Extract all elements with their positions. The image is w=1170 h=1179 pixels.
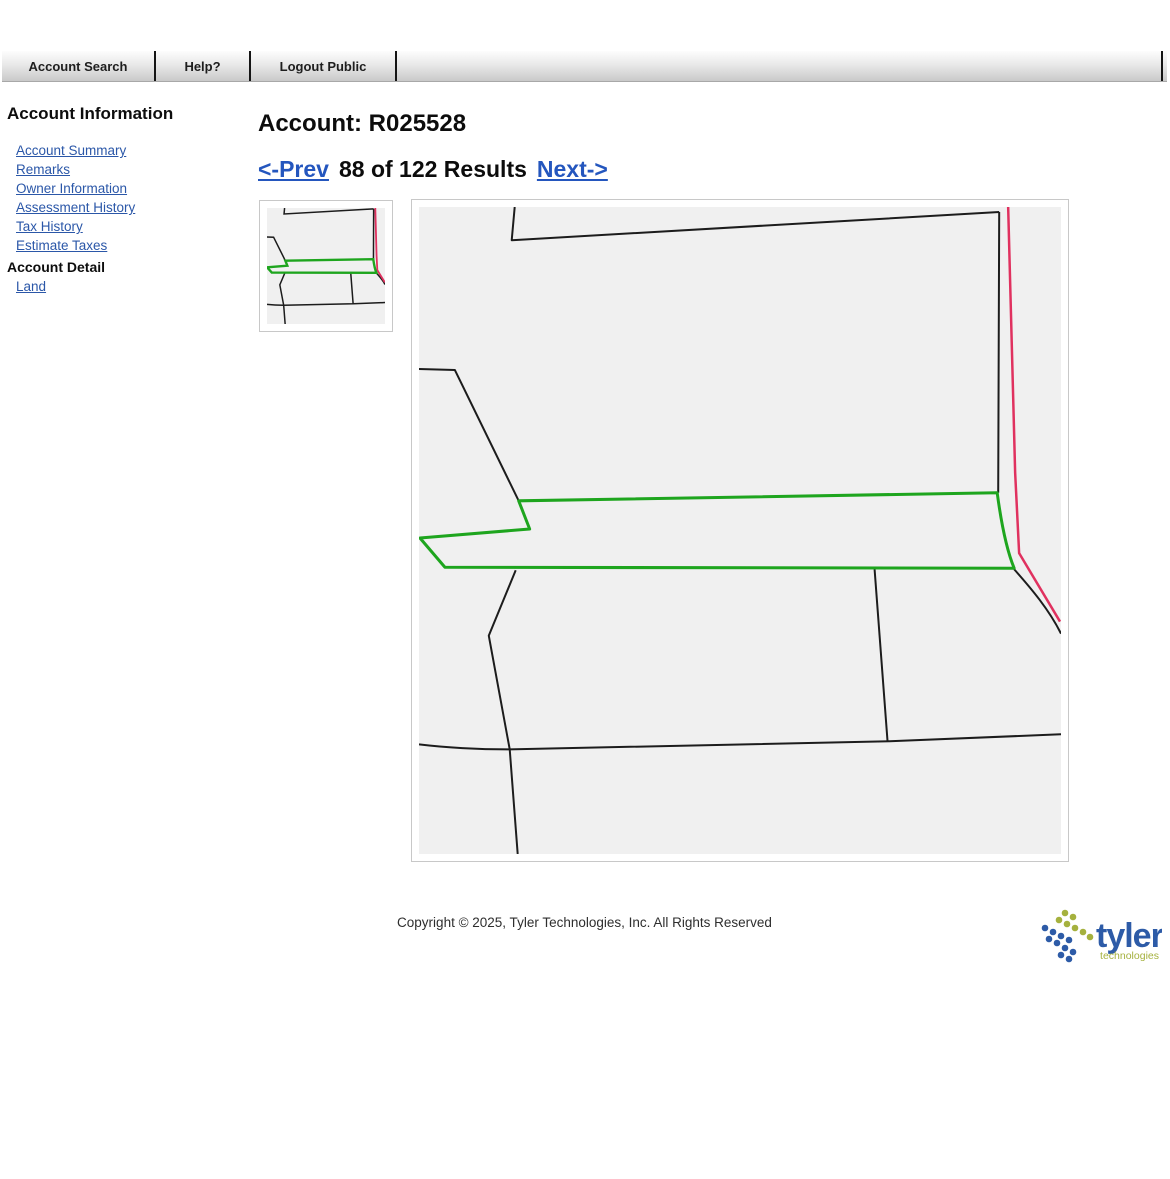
logout-public-button[interactable]: Logout Public	[251, 51, 397, 81]
parcel-map-image	[419, 207, 1061, 854]
sidebar-item-assessment-history[interactable]: Assessment History	[16, 198, 251, 217]
next-link[interactable]: Next->	[537, 155, 608, 183]
tyler-logo-dots-mark	[1042, 910, 1094, 963]
sidebar-item-tax-history[interactable]: Tax History	[16, 217, 251, 236]
sidebar-detail-links: Land	[7, 277, 251, 296]
tyler-logo-image: tyler technologies	[1040, 906, 1162, 964]
parcel-map[interactable]	[411, 199, 1069, 862]
prev-link[interactable]: <-Prev	[258, 155, 329, 183]
account-search-button[interactable]: Account Search	[2, 51, 156, 81]
sidebar-item-remarks[interactable]: Remarks	[16, 160, 251, 179]
sidebar-item-owner-information[interactable]: Owner Information	[16, 179, 251, 198]
help-button[interactable]: Help?	[156, 51, 251, 81]
navbar-endcap	[1163, 51, 1167, 81]
tyler-technologies-logo: tyler technologies	[1040, 906, 1162, 964]
sidebar-section-account-information: Account Information	[7, 104, 251, 124]
sidebar: Account Information Account Summary Rema…	[7, 104, 251, 296]
tyler-logo-tagline: technologies	[1100, 950, 1159, 962]
sidebar-item-land[interactable]: Land	[16, 277, 251, 296]
sidebar-item-estimate-taxes[interactable]: Estimate Taxes	[16, 236, 251, 255]
sidebar-links: Account Summary Remarks Owner Informatio…	[7, 141, 251, 255]
results-position-text: 88 of 122 Results	[339, 155, 527, 183]
sidebar-item-account-summary[interactable]: Account Summary	[16, 141, 251, 160]
results-pager: <-Prev 88 of 122 Results Next->	[258, 155, 608, 183]
navbar-spacer	[397, 51, 1163, 81]
top-navbar: Account Search Help? Logout Public	[2, 51, 1167, 82]
page-title: Account: R025528	[258, 110, 466, 138]
sidebar-section-account-detail: Account Detail	[7, 258, 251, 277]
copyright-text: Copyright © 2025, Tyler Technologies, In…	[397, 913, 772, 932]
map-thumbnail-image	[267, 208, 385, 324]
map-thumbnail[interactable]	[259, 200, 393, 332]
